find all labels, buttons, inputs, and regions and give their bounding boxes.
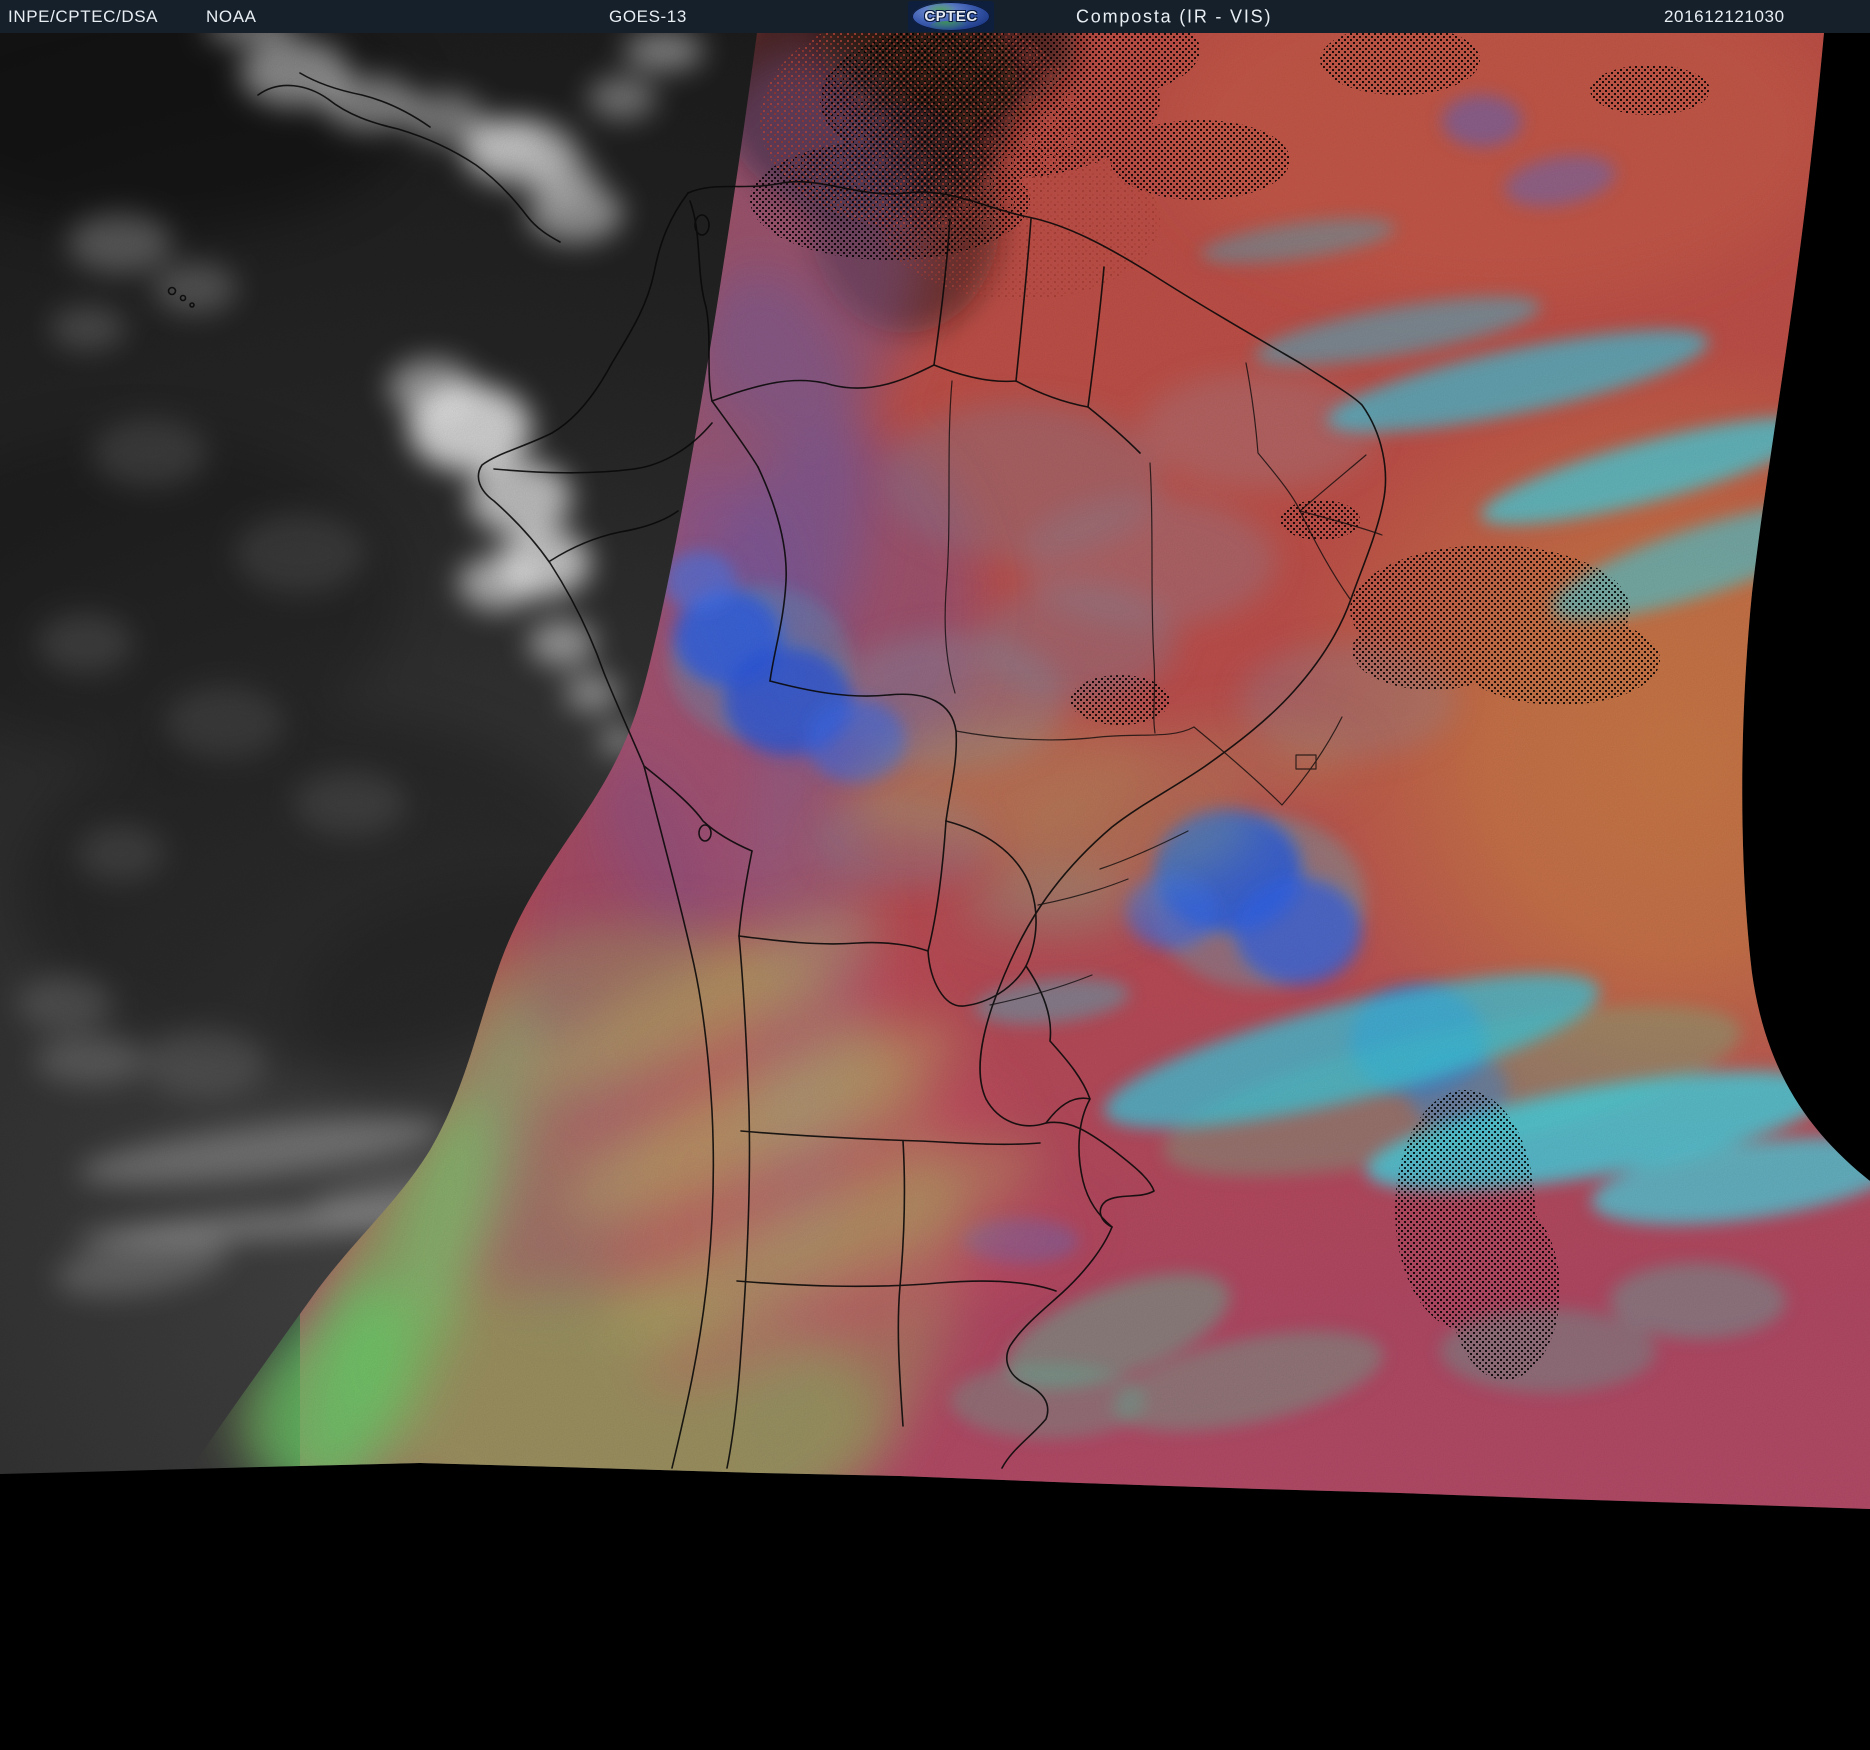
cptec-logo: CPTEC — [908, 1, 994, 32]
noaa-label: NOAA — [206, 6, 257, 26]
satellite-image — [0, 33, 1870, 1750]
product-label: Composta (IR - VIS) — [1076, 6, 1273, 26]
header-bar: INPE/CPTEC/DSA NOAA GOES-13 CPTEC Compos… — [0, 0, 1870, 33]
cptec-logo-text: CPTEC — [924, 8, 978, 25]
satellite-product-screen: INPE/CPTEC/DSA NOAA GOES-13 CPTEC Compos… — [0, 0, 1870, 1750]
satellite-label: GOES-13 — [609, 6, 687, 26]
agency-label: INPE/CPTEC/DSA — [8, 6, 159, 26]
timestamp-label: 201612121030 — [1664, 6, 1785, 26]
